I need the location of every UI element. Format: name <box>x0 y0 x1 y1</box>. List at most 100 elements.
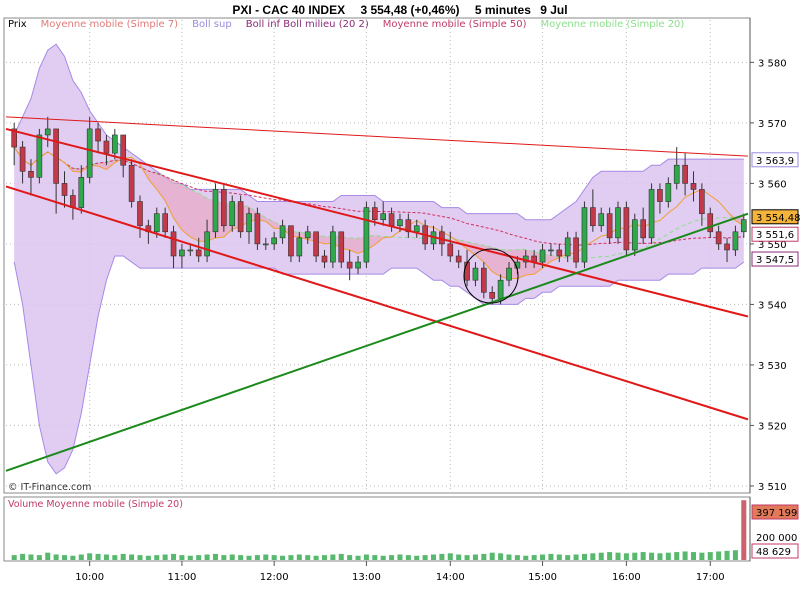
volume-bar <box>514 555 520 560</box>
y-tick-label: 3 540 <box>758 300 787 311</box>
volume-bar <box>20 553 26 560</box>
volume-bar <box>472 554 478 560</box>
volume-bar <box>330 554 336 560</box>
candle-body <box>44 128 51 136</box>
y-tick-label: 3 530 <box>758 361 787 372</box>
candle-body <box>338 231 345 263</box>
volume-bar <box>590 553 596 560</box>
volume-bar <box>103 554 109 560</box>
price-label: 3 554,48 <box>756 213 800 224</box>
volume-legend: Volume Moyenne mobile (Simple 20) <box>8 499 183 510</box>
volume-bar <box>246 555 252 560</box>
candle-body <box>556 249 563 257</box>
y-tick-label: 3 520 <box>758 421 787 432</box>
candle-body <box>28 170 34 178</box>
candle-body <box>631 219 638 251</box>
volume-bar <box>271 555 277 560</box>
volume-bar <box>53 554 59 560</box>
volume-bar <box>456 554 462 560</box>
candle-body <box>212 189 219 233</box>
candle-body <box>615 207 621 239</box>
volume-bar <box>296 554 302 560</box>
volume-bar <box>112 555 118 560</box>
x-tick-label: 16:00 <box>612 572 641 583</box>
volume-bar <box>313 555 319 560</box>
candle-body <box>648 189 655 239</box>
candle-body <box>195 249 202 257</box>
x-tick-label: 12:00 <box>260 572 289 583</box>
candle-body <box>447 243 454 257</box>
volume-bar <box>179 555 185 560</box>
volume-bar <box>699 552 705 560</box>
volume-bar <box>716 551 722 560</box>
volume-bar <box>145 555 151 560</box>
watermark: © IT-Finance.com <box>8 482 91 493</box>
candle-body <box>371 207 378 220</box>
volume-bar <box>430 554 437 560</box>
chart-title-name: PXI - CAC 40 INDEX <box>232 3 345 17</box>
candle-body <box>128 164 135 202</box>
candle-body <box>380 213 387 220</box>
volume-bar <box>389 555 395 560</box>
volume-bar <box>204 554 210 560</box>
volume-bar <box>607 552 613 560</box>
volume-bar <box>78 554 84 560</box>
volume-bar <box>665 552 671 560</box>
candle-body <box>573 237 579 263</box>
volume-bar <box>439 553 445 560</box>
candle-body <box>296 237 303 257</box>
candle-body <box>19 146 26 172</box>
candle-body <box>204 231 210 257</box>
candle-body <box>506 267 512 281</box>
candle-body <box>288 225 294 257</box>
volume-bar <box>363 554 369 560</box>
volume-bar <box>531 555 537 560</box>
volume-bar <box>355 555 361 560</box>
volume-bar <box>380 555 386 560</box>
volume-bar <box>238 555 244 560</box>
candle-body <box>590 207 596 227</box>
x-tick-label: 13:00 <box>352 572 381 583</box>
volume-bar <box>288 555 294 560</box>
volume-bar <box>61 555 68 560</box>
volume-bar <box>254 555 260 560</box>
candle-body <box>606 213 613 239</box>
candle-body <box>120 134 127 166</box>
candle-body <box>95 128 101 142</box>
candle-body <box>472 267 479 281</box>
candle-body <box>36 134 43 178</box>
candle-body <box>740 219 747 233</box>
candle-body <box>707 213 714 233</box>
candle-body <box>699 189 705 214</box>
volume-bar <box>707 552 713 560</box>
volume-bar <box>129 554 135 560</box>
volume-bar <box>573 554 579 560</box>
candle-body <box>724 243 730 251</box>
candle-body <box>279 225 286 239</box>
candle-body <box>346 261 353 269</box>
volume-bar <box>154 555 160 560</box>
candle-body <box>413 225 420 233</box>
candle-body <box>539 249 546 263</box>
candle-body <box>455 255 462 263</box>
chart-title-price: 3 554,48 (+0,46%) <box>360 3 459 17</box>
volume-bar <box>540 554 546 560</box>
x-tick-label: 15:00 <box>528 572 557 583</box>
volume-bar <box>414 555 420 560</box>
volume-bar <box>556 554 562 560</box>
candle-body <box>246 213 252 233</box>
volume-tick-label: 200 000 <box>756 533 797 544</box>
stock-chart: PXI - CAC 40 INDEX 3 554,48 (+0,46%) 5 m… <box>3 3 800 583</box>
legend-item-2: Boll sup <box>192 19 232 30</box>
volume-bar <box>640 552 646 560</box>
chart-title: PXI - CAC 40 INDEX 3 554,48 (+0,46%) 5 m… <box>232 3 567 17</box>
candle-body <box>187 249 194 252</box>
candle-body <box>598 213 605 227</box>
volume-bar <box>70 555 76 560</box>
volume-bar <box>724 550 730 560</box>
candle-body <box>548 249 554 252</box>
volume-bar <box>212 553 218 560</box>
candle-body <box>673 164 680 184</box>
candle-body <box>397 219 403 227</box>
candle-body <box>732 231 739 251</box>
